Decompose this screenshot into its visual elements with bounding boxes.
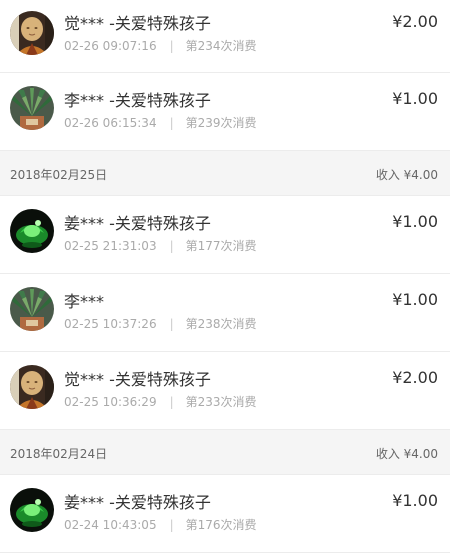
transaction-time: 02-25 10:37:26 [64,317,157,331]
donor-name: 觉*** -关爱特殊孩子 [64,14,211,33]
group-date: 2018年02月24日 [10,447,108,461]
transaction-time: 02-25 10:36:29 [64,395,157,409]
date-group-header: 2018年02月25日 收入 ¥4.00 [0,151,450,196]
transaction-list: 觉*** -关爱特殊孩子 02-26 09:07:16 | 第234次消费 ¥2.0… [0,0,450,553]
transaction-count: 第177次消费 [185,239,257,253]
transaction-amount: ¥2.00 [392,368,438,387]
transaction-meta: 02-26 06:15:34 | 第239次消费 [64,114,257,131]
transaction-meta: 02-25 21:31:03 | 第177次消费 [64,237,257,254]
green-avatar-icon [10,488,54,532]
transaction-time: 02-24 10:43:05 [64,518,157,532]
transaction-time: 02-25 21:31:03 [64,239,157,253]
meta-separator: | [169,116,174,130]
transaction-meta: 02-24 10:43:05 | 第176次消费 [64,516,257,533]
transaction-meta: 02-26 09:07:16 | 第234次消费 [64,37,257,54]
meta-separator: | [169,317,174,331]
monk-avatar-icon [10,11,54,55]
transaction-row[interactable]: 姜*** -关爱特殊孩子 02-24 10:43:05 | 第176次消费 ¥1.0… [0,475,450,553]
plant-avatar-icon [10,86,54,130]
transaction-amount: ¥2.00 [392,12,438,31]
transaction-row[interactable]: 觉*** -关爱特殊孩子 02-26 09:07:16 | 第234次消费 ¥2.0… [0,0,450,73]
transaction-count: 第176次消费 [185,518,257,532]
transaction-amount: ¥1.00 [392,290,438,309]
transaction-row[interactable]: 李*** 02-25 10:37:26 | 第238次消费 ¥1.00 [0,274,450,352]
transaction-row[interactable]: 姜*** -关爱特殊孩子 02-25 21:31:03 | 第177次消费 ¥1.0… [0,196,450,274]
transaction-count: 第234次消费 [185,39,257,53]
transaction-count: 第239次消费 [185,116,257,130]
transaction-meta: 02-25 10:36:29 | 第233次消费 [64,393,257,410]
donor-name: 姜*** -关爱特殊孩子 [64,493,211,512]
transaction-meta: 02-25 10:37:26 | 第238次消费 [64,315,257,332]
date-group-header: 2018年02月24日 收入 ¥4.00 [0,430,450,475]
transaction-amount: ¥1.00 [392,212,438,231]
plant-avatar-icon [10,287,54,331]
transaction-amount: ¥1.00 [392,491,438,510]
transaction-count: 第238次消费 [185,317,257,331]
donor-name: 觉*** -关爱特殊孩子 [64,370,211,389]
meta-separator: | [169,518,174,532]
green-avatar-icon [10,209,54,253]
transaction-time: 02-26 06:15:34 [64,116,157,130]
transaction-row[interactable]: 李*** -关爱特殊孩子 02-26 06:15:34 | 第239次消费 ¥1.0… [0,73,450,151]
transaction-count: 第233次消费 [185,395,257,409]
meta-separator: | [169,39,174,53]
transaction-amount: ¥1.00 [392,89,438,108]
group-income: 收入 ¥4.00 [375,168,438,182]
monk-avatar-icon [10,365,54,409]
meta-separator: | [169,239,174,253]
donor-name: 李*** [64,292,105,311]
donor-name: 姜*** -关爱特殊孩子 [64,214,211,233]
transaction-row[interactable]: 觉*** -关爱特殊孩子 02-25 10:36:29 | 第233次消费 ¥2.0… [0,352,450,430]
donor-name: 李*** -关爱特殊孩子 [64,91,211,110]
meta-separator: | [169,395,174,409]
transaction-time: 02-26 09:07:16 [64,39,157,53]
group-date: 2018年02月25日 [10,168,108,182]
group-income: 收入 ¥4.00 [375,447,438,461]
